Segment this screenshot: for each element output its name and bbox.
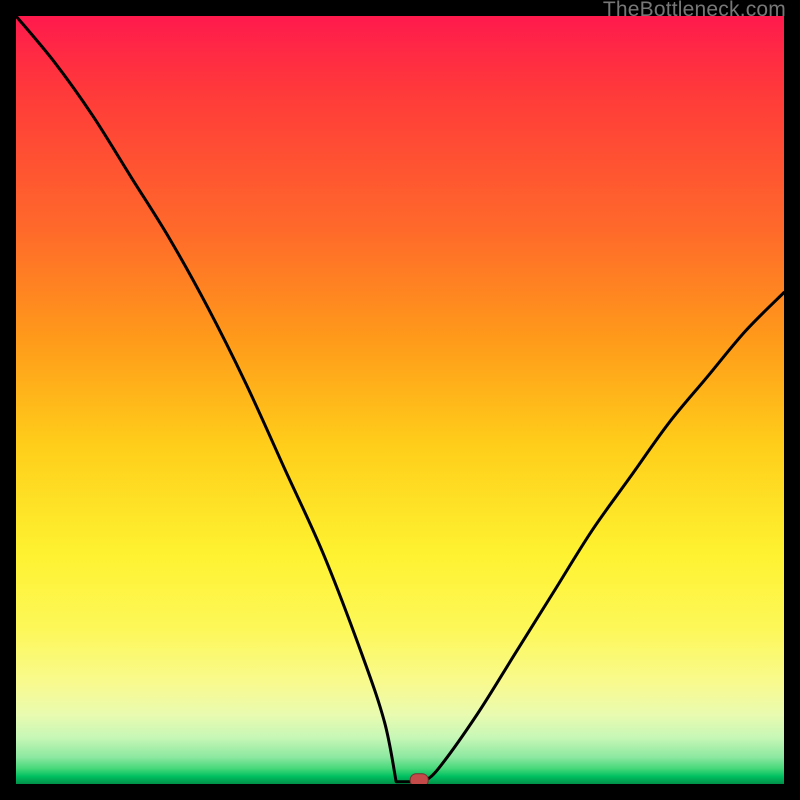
optimum-marker [410,774,428,784]
watermark-text: TheBottleneck.com [603,0,786,22]
curve-layer [16,16,784,784]
bottleneck-curve [16,16,784,783]
chart-frame: TheBottleneck.com [0,0,800,800]
plot-area [16,16,784,784]
